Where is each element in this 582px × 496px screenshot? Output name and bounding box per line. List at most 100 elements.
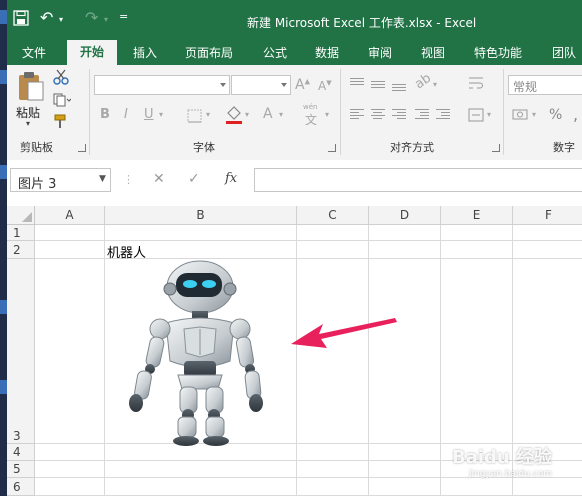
- paste-icon[interactable]: [17, 70, 45, 102]
- row-header-4[interactable]: 4: [7, 444, 35, 461]
- align-right-icon[interactable]: [392, 109, 406, 121]
- number-group-label: 数字: [553, 141, 575, 154]
- format-painter-icon[interactable]: [53, 113, 69, 129]
- phonetic-guide-icon[interactable]: wén: [303, 103, 317, 111]
- font-size-combo[interactable]: [231, 75, 291, 95]
- desktop-icon-fragment: [0, 300, 7, 314]
- desktop-strip: [0, 0, 7, 496]
- robot-picture[interactable]: [114, 257, 269, 447]
- number-format-value: 常规: [513, 80, 538, 94]
- decrease-indent-icon[interactable]: [415, 109, 429, 121]
- underline-dropdown-icon[interactable]: ▾: [159, 110, 163, 119]
- tab-page-layout[interactable]: 页面布局: [185, 44, 233, 61]
- column-header-f[interactable]: F: [513, 206, 582, 225]
- font-color-dropdown-icon[interactable]: ▾: [279, 110, 283, 119]
- ribbon-tabs: 文件 开始 插入 页面布局 公式 数据 审阅 视图 特色功能 团队: [7, 40, 582, 65]
- tab-special-features[interactable]: 特色功能: [474, 44, 522, 61]
- watermark-logo: Baidu 经验 jingyan.baidu.com: [452, 443, 552, 479]
- formula-input[interactable]: [254, 168, 582, 192]
- ribbon: 粘贴 ▾ 剪贴板 A▲ A▼ B I U ▾ ▾ ▾ A ▾ wén 文 ▾ 字…: [7, 65, 582, 161]
- column-header-c[interactable]: C: [297, 206, 369, 225]
- name-box[interactable]: 图片 3 ▼: [10, 168, 111, 192]
- gridline: [440, 225, 441, 496]
- middle-align-icon[interactable]: [371, 81, 385, 93]
- orientation-icon[interactable]: ab: [412, 71, 434, 93]
- number-format-combo[interactable]: 常规: [508, 75, 582, 95]
- group-divider: [503, 69, 504, 155]
- tab-formulas[interactable]: 公式: [263, 44, 287, 61]
- cancel-entry-button[interactable]: ✕: [153, 171, 165, 187]
- orientation-dropdown-icon[interactable]: ▾: [433, 80, 437, 89]
- select-all-button[interactable]: [7, 206, 35, 225]
- wrap-text-icon[interactable]: [468, 76, 484, 90]
- row-header-1[interactable]: 1: [7, 225, 35, 241]
- percent-style-button[interactable]: %: [549, 107, 562, 123]
- increase-indent-icon[interactable]: [436, 109, 450, 121]
- row-header-6[interactable]: 6: [7, 478, 35, 496]
- name-box-dropdown-icon[interactable]: ▼: [99, 174, 106, 184]
- enter-entry-button[interactable]: ✓: [188, 171, 200, 187]
- align-center-icon[interactable]: [371, 109, 385, 121]
- gridline: [35, 240, 582, 241]
- undo-dropdown-icon[interactable]: ▾: [59, 15, 63, 24]
- comma-style-button[interactable]: ,: [573, 105, 578, 124]
- column-header-d[interactable]: D: [369, 206, 441, 225]
- save-icon[interactable]: [13, 10, 29, 26]
- accounting-dropdown-icon[interactable]: ▾: [532, 110, 536, 119]
- desktop-icon-fragment: [0, 70, 7, 84]
- watermark-url: jingyan.baidu.com: [468, 469, 553, 479]
- accounting-format-icon[interactable]: [512, 108, 530, 122]
- tab-file[interactable]: 文件: [22, 44, 46, 61]
- insert-function-button[interactable]: fx: [225, 171, 237, 186]
- alignment-group-label: 对齐方式: [390, 141, 434, 154]
- clipboard-group-label: 剪贴板: [20, 141, 53, 154]
- decrease-font-size-icon[interactable]: A▼: [318, 79, 332, 93]
- redo-dropdown-icon[interactable]: ▾: [104, 15, 108, 24]
- merge-dropdown-icon[interactable]: ▾: [487, 110, 491, 119]
- borders-dropdown-icon[interactable]: ▾: [206, 110, 210, 119]
- group-divider: [89, 69, 90, 155]
- desktop-icon-fragment: [0, 165, 7, 179]
- underline-button[interactable]: U: [144, 107, 154, 122]
- tab-home[interactable]: 开始: [67, 40, 118, 65]
- increase-font-size-icon[interactable]: A▲: [295, 77, 310, 93]
- font-launcher-icon[interactable]: [328, 144, 336, 152]
- undo-icon[interactable]: ↶: [40, 8, 53, 27]
- tab-data[interactable]: 数据: [315, 44, 339, 61]
- tab-view[interactable]: 视图: [421, 44, 445, 61]
- italic-button[interactable]: I: [124, 107, 128, 122]
- row-header-2[interactable]: 2: [7, 241, 35, 259]
- column-header-b[interactable]: B: [105, 206, 297, 225]
- tab-insert[interactable]: 插入: [133, 44, 157, 61]
- alignment-launcher-icon[interactable]: [492, 144, 500, 152]
- desktop-icon-fragment: [0, 380, 7, 394]
- phonetic-dropdown-icon[interactable]: ▾: [325, 110, 329, 119]
- top-align-icon[interactable]: [350, 78, 364, 90]
- desktop-icon-fragment: [0, 10, 7, 24]
- phonetic-guide-char-icon[interactable]: 文: [305, 111, 317, 128]
- column-header-e[interactable]: E: [441, 206, 513, 225]
- font-name-combo[interactable]: [94, 75, 230, 95]
- borders-icon[interactable]: [187, 109, 203, 123]
- column-header-a[interactable]: A: [35, 206, 105, 225]
- row-header-5[interactable]: 5: [7, 461, 35, 478]
- window-title: 新建 Microsoft Excel 工作表.xlsx - Excel: [247, 16, 477, 30]
- bottom-align-icon[interactable]: [392, 84, 406, 96]
- merge-center-icon[interactable]: [468, 108, 484, 122]
- clipboard-launcher-icon[interactable]: [78, 144, 86, 152]
- copy-icon[interactable]: [53, 93, 71, 107]
- row-header-3[interactable]: 3: [7, 259, 35, 444]
- cut-icon[interactable]: [53, 69, 69, 85]
- title-bar: ↶ ▾ ↷ ▾ = 新建 Microsoft Excel 工作表.xlsx - …: [7, 0, 582, 40]
- tab-review[interactable]: 审阅: [368, 44, 392, 61]
- fill-color-icon[interactable]: [225, 105, 243, 125]
- customize-qat-icon[interactable]: =: [119, 10, 128, 23]
- bold-button[interactable]: B: [100, 107, 110, 122]
- font-color-icon[interactable]: A: [263, 106, 273, 122]
- align-left-icon[interactable]: [350, 109, 364, 121]
- tab-team[interactable]: 团队: [552, 44, 576, 61]
- redo-icon[interactable]: ↷: [85, 8, 98, 27]
- paste-dropdown-icon[interactable]: ▾: [26, 119, 30, 128]
- fill-color-dropdown-icon[interactable]: ▾: [245, 110, 249, 119]
- group-divider: [340, 69, 341, 155]
